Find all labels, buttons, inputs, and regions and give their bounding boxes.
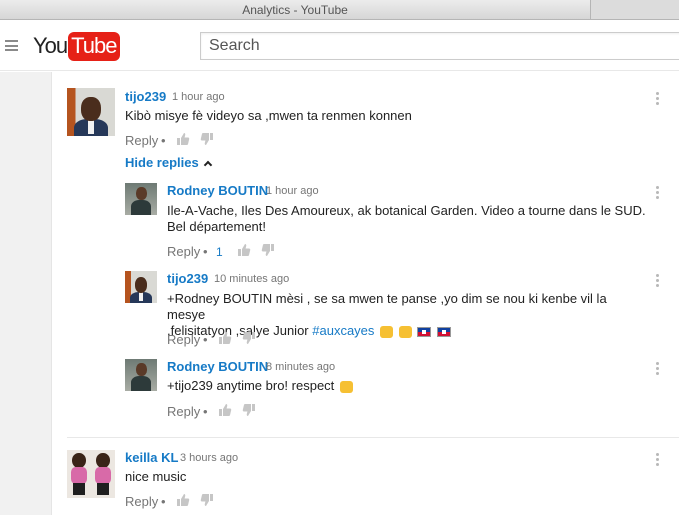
reply-author[interactable]: Rodney BOUTIN [167,359,268,374]
comment-timestamp[interactable]: 3 hours ago [180,452,238,464]
fist-bump-emoji-icon [339,380,353,393]
comment-text: Kibò misye fè videyo sa ,mwen ta renmen … [125,108,412,123]
haiti-flag-icon [436,326,451,337]
logo-tube-text: Tube [68,31,121,61]
separator-dot: • [161,494,166,509]
reply-button[interactable]: Reply [125,133,158,148]
reply-timestamp[interactable]: 8 minutes ago [266,361,335,373]
thumbs-down-icon[interactable] [200,493,214,507]
reply-timestamp[interactable]: 10 minutes ago [214,273,289,285]
logo-you-text: You [33,33,68,58]
reply-button[interactable]: Reply [125,494,158,509]
reply-text-line-2: ,felisitatyon ,salye Junior #auxcayes [167,323,647,339]
avatar-keilla-kl[interactable] [67,450,115,498]
thumbs-down-icon[interactable] [261,243,275,257]
reply-text-line: Ile-A-Vache, Iles Des Amoureux, ak botan… [167,203,646,218]
thumbs-down-icon[interactable] [242,331,256,345]
window-title: Analytics - YouTube [242,3,348,17]
youtube-logo[interactable]: You Tube [33,31,121,61]
reply-text: Ile-A-Vache, Iles Des Amoureux, ak botan… [167,203,647,235]
comment-author[interactable]: keilla KL [125,450,178,465]
comment-action-menu-icon[interactable] [653,453,661,469]
chevron-up-icon [203,160,212,170]
avatar-tijo239[interactable] [67,88,115,136]
comment-author[interactable]: tijo239 [125,89,166,104]
comment-divider [67,437,679,438]
left-guide-gutter [0,72,52,515]
reply-button[interactable]: Reply [167,244,200,259]
thumbs-up-icon[interactable] [218,403,232,417]
avatar-rodney-boutin[interactable] [125,183,157,215]
reply-button[interactable]: Reply [167,404,200,419]
thumbs-up-emoji-icon [380,325,394,338]
thumbs-up-icon[interactable] [176,132,190,146]
reply-action-menu-icon[interactable] [653,186,661,202]
reply-text: +tijo239 anytime bro! respect [167,378,647,394]
thumbs-up-emoji-icon [398,325,412,338]
avatar-tijo239[interactable] [125,271,157,303]
reply-author[interactable]: Rodney BOUTIN [167,183,268,198]
like-count: 1 [216,245,223,259]
avatar-rodney-boutin[interactable] [125,359,157,391]
reply-action-menu-icon[interactable] [653,362,661,378]
reply-action-menu-icon[interactable] [653,274,661,290]
haiti-flag-icon [417,326,432,337]
thumbs-down-icon[interactable] [200,132,214,146]
separator-dot: • [203,332,208,347]
separator-dot: • [161,133,166,148]
reply-author[interactable]: tijo239 [167,271,208,286]
comment-timestamp[interactable]: 1 hour ago [172,91,225,103]
hamburger-menu-icon[interactable] [5,40,18,51]
browser-tab-stub[interactable] [590,0,679,19]
reply-timestamp[interactable]: 1 hour ago [266,185,319,197]
search-input[interactable] [201,33,679,59]
window-titlebar: Analytics - YouTube [0,0,679,20]
comment-action-menu-icon[interactable] [653,92,661,108]
hide-replies-link[interactable]: Hide replies [125,155,212,170]
reply-text-line: Bel département! [167,219,267,234]
hide-replies-label: Hide replies [125,155,199,170]
thumbs-up-icon[interactable] [218,331,232,345]
search-box [200,32,679,60]
separator-dot: • [203,404,208,419]
reply-text: +Rodney BOUTIN mèsi , se sa mwen te pans… [167,291,647,339]
thumbs-up-icon[interactable] [176,493,190,507]
thumbs-down-icon[interactable] [242,403,256,417]
comment-text: nice music [125,469,187,484]
masthead: You Tube [0,20,679,71]
reply-text-line: +Rodney BOUTIN mèsi , se sa mwen te pans… [167,291,607,322]
reply-text-fragment: +tijo239 anytime bro! respect [167,378,335,393]
thumbs-up-icon[interactable] [237,243,251,257]
reply-button[interactable]: Reply [167,332,200,347]
separator-dot: • [203,244,208,259]
hashtag-link[interactable]: #auxcayes [312,323,374,338]
